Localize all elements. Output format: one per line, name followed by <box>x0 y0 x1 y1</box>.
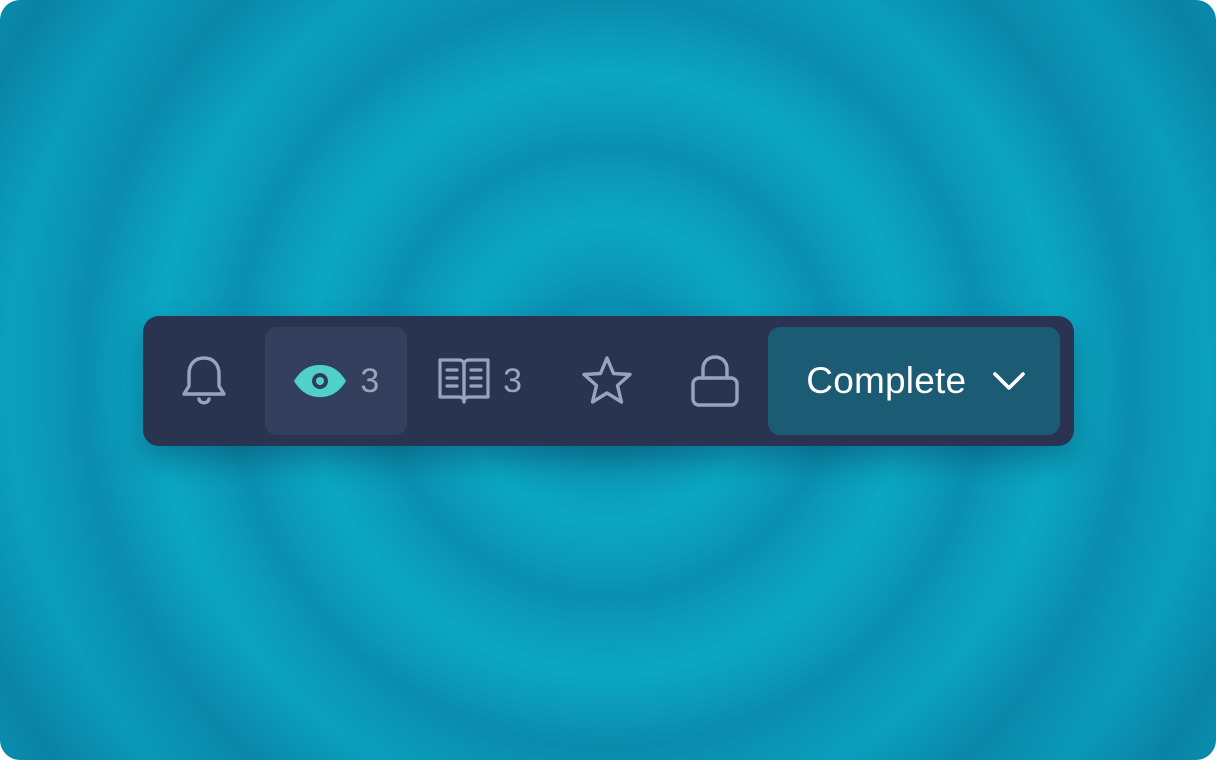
status-dropdown-button[interactable]: Complete <box>768 327 1060 435</box>
book-icon <box>437 356 491 406</box>
star-icon <box>579 354 635 408</box>
lock-button[interactable] <box>662 327 768 435</box>
watch-button[interactable]: 3 <box>264 327 407 435</box>
chevron-down-icon <box>992 371 1026 391</box>
eye-icon <box>292 364 348 398</box>
status-label: Complete <box>806 360 967 401</box>
lock-icon <box>689 354 741 408</box>
notifications-button[interactable] <box>143 327 265 435</box>
issue-toolbar: 3 3 Complete <box>143 316 1074 446</box>
watch-count: 3 <box>360 362 380 400</box>
read-count: 3 <box>503 362 523 400</box>
bell-icon <box>179 354 229 408</box>
read-button[interactable]: 3 <box>407 327 553 435</box>
favorite-button[interactable] <box>553 327 663 435</box>
